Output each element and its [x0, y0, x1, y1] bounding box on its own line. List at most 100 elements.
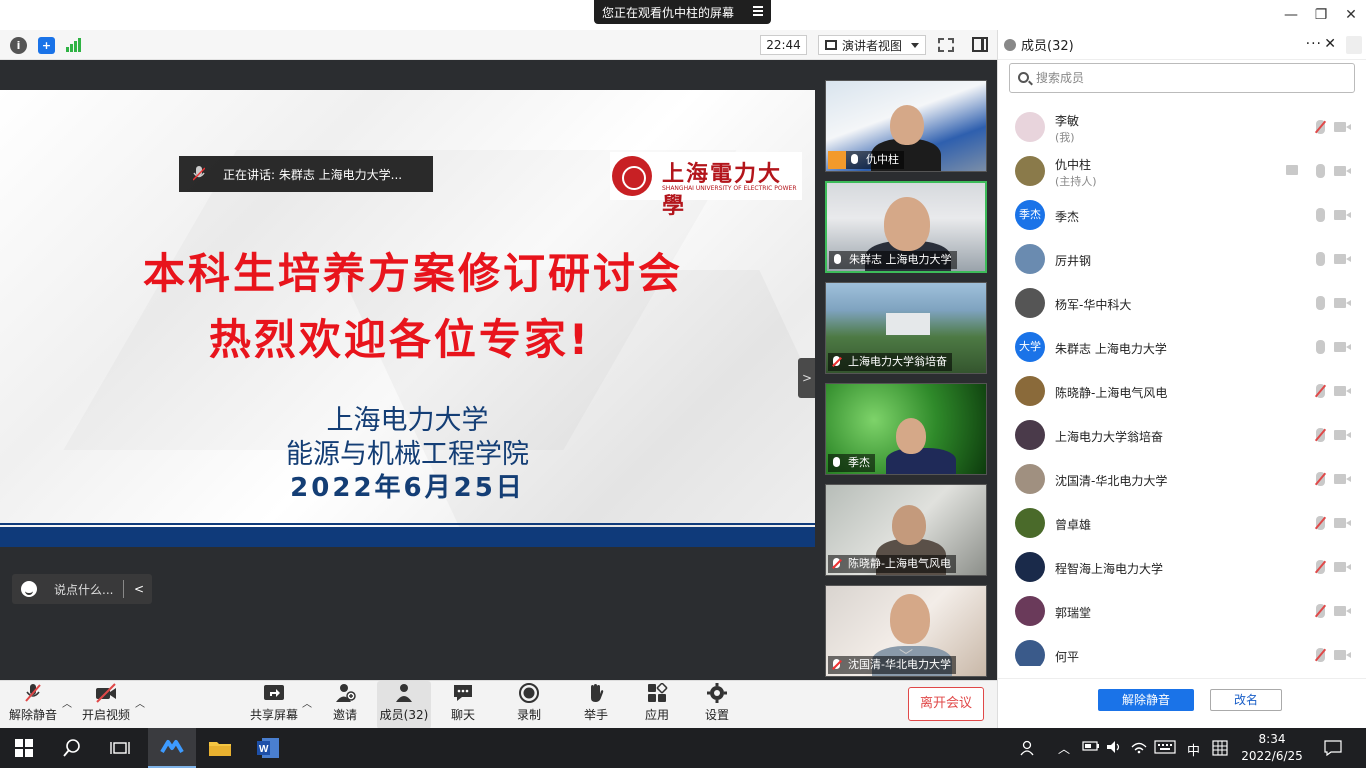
mic-icon[interactable] — [1316, 340, 1325, 354]
mic-muted-icon[interactable] — [1316, 648, 1325, 662]
mic-muted-icon[interactable] — [1316, 472, 1325, 486]
video-tile[interactable]: 上海电力大学翁培奋 — [825, 282, 987, 374]
chevron-up-icon[interactable]: ︿ — [1058, 740, 1070, 757]
people-icon[interactable] — [1020, 740, 1036, 759]
wifi-icon[interactable] — [1130, 740, 1148, 757]
camera-icon[interactable] — [1334, 562, 1351, 572]
camera-icon[interactable] — [1334, 430, 1351, 440]
ime-grid-icon[interactable] — [1212, 740, 1228, 759]
mic-muted-icon[interactable] — [1316, 384, 1325, 398]
camera-icon[interactable] — [1334, 474, 1351, 484]
grid-icon — [825, 40, 837, 50]
video-tile[interactable]: 仇中柱 — [825, 80, 987, 172]
video-tile[interactable]: 陈晓静-上海电气风电 — [825, 484, 987, 576]
share-screen-button[interactable]: 共享屏幕 — [248, 681, 300, 729]
member-row[interactable]: 陈晓静-上海电气风电 — [998, 370, 1366, 414]
emoji-icon[interactable] — [21, 581, 37, 597]
panel-menu-icon[interactable] — [1346, 36, 1362, 54]
notification-icon[interactable] — [1324, 740, 1342, 759]
video-tile-active-speaker[interactable]: 朱群志 上海电力大学 — [825, 181, 987, 273]
mic-muted-icon[interactable] — [1316, 516, 1325, 530]
camera-icon[interactable] — [1334, 518, 1351, 528]
screen-share-icon — [1286, 165, 1298, 175]
battery-icon[interactable] — [1082, 740, 1100, 755]
member-row[interactable]: 上海电力大学翁培奋 — [998, 414, 1366, 458]
chevron-up-icon[interactable]: ︿ — [135, 695, 145, 710]
unmute-button[interactable]: 解除静音 — [8, 681, 58, 729]
keyboard-icon[interactable] — [1154, 740, 1176, 757]
layout-toggle-icon[interactable] — [972, 37, 988, 52]
apps-button[interactable]: 应用 — [634, 681, 680, 729]
view-mode-dropdown[interactable]: 演讲者视图 — [818, 35, 926, 55]
raise-hand-button[interactable]: 举手 — [573, 681, 619, 729]
members-button[interactable]: 成员(32) — [377, 681, 431, 729]
camera-icon[interactable] — [1334, 606, 1351, 616]
member-row[interactable]: 厉井钢 — [998, 238, 1366, 282]
shield-icon[interactable]: + — [38, 37, 55, 54]
member-row[interactable]: 程智海上海电力大学 — [998, 546, 1366, 590]
member-row[interactable]: 仇中柱 (主持人) — [998, 150, 1366, 194]
camera-icon[interactable] — [1334, 122, 1351, 132]
settings-button[interactable]: 设置 — [694, 681, 740, 729]
member-row[interactable]: 杨军-华中科大 — [998, 282, 1366, 326]
mic-icon[interactable] — [1316, 164, 1325, 178]
member-row[interactable]: 大学 朱群志 上海电力大学 — [998, 326, 1366, 370]
member-search-input[interactable]: 搜索成员 — [1009, 63, 1355, 93]
leave-meeting-button[interactable]: 离开会议 — [908, 687, 984, 721]
mic-muted-icon[interactable] — [1316, 604, 1325, 618]
more-icon[interactable]: ··· — [1306, 36, 1322, 52]
camera-icon[interactable] — [1334, 298, 1351, 308]
signal-icon[interactable] — [66, 38, 82, 52]
restore-button[interactable]: ❐ — [1306, 0, 1336, 30]
task-view-button[interactable] — [96, 728, 144, 768]
quick-chat-box[interactable]: 说点什么... < — [12, 574, 152, 604]
video-tile[interactable]: 季杰 — [825, 383, 987, 475]
chevron-left-icon[interactable]: < — [134, 582, 144, 596]
rename-button[interactable]: 改名 — [1210, 689, 1282, 711]
screen-share-notice[interactable]: 您正在观看仇中柱的屏幕 — [594, 0, 771, 24]
mic-muted-icon[interactable] — [1316, 560, 1325, 574]
chevron-down-icon[interactable]: ﹀ — [895, 650, 917, 664]
ime-indicator[interactable]: 中 — [1187, 740, 1200, 759]
collapse-strip-button[interactable]: > — [798, 358, 816, 398]
mic-muted-icon[interactable] — [1316, 428, 1325, 442]
chat-button[interactable]: 聊天 — [440, 681, 486, 729]
member-row[interactable]: 季杰 季杰 — [998, 194, 1366, 238]
member-row[interactable]: 沈国清-华北电力大学 — [998, 458, 1366, 502]
mic-icon[interactable] — [1316, 252, 1325, 266]
member-row[interactable]: 李敏 (我) — [998, 106, 1366, 150]
menu-icon[interactable] — [753, 6, 763, 16]
quick-chat-placeholder[interactable]: 说点什么... — [54, 581, 113, 598]
taskbar-app-meeting[interactable] — [148, 728, 196, 768]
meeting-controls-bar: 解除静音 ︿ 开启视频 ︿ 共享屏幕 ︿ 邀请 成员(32) 聊天 录制 举手 … — [0, 680, 997, 729]
invite-button[interactable]: 邀请 — [322, 681, 368, 729]
fullscreen-icon[interactable] — [938, 38, 954, 52]
camera-icon[interactable] — [1334, 386, 1351, 396]
mic-icon[interactable] — [1316, 296, 1325, 310]
start-video-button[interactable]: 开启视频 — [80, 681, 132, 729]
camera-icon[interactable] — [1334, 166, 1351, 176]
close-window-button[interactable]: ✕ — [1336, 0, 1366, 30]
mic-muted-icon[interactable] — [1316, 120, 1325, 134]
close-panel-icon[interactable]: ✕ — [1324, 36, 1336, 52]
chevron-up-icon[interactable]: ︿ — [62, 695, 72, 710]
camera-icon[interactable] — [1334, 210, 1351, 220]
camera-icon[interactable] — [1334, 254, 1351, 264]
chevron-up-icon[interactable]: ︿ — [302, 695, 312, 710]
start-button[interactable] — [0, 728, 48, 768]
camera-icon[interactable] — [1334, 650, 1351, 660]
system-clock[interactable]: 8:34 2022/6/25 — [1236, 731, 1308, 765]
minimize-button[interactable]: — — [1276, 0, 1306, 30]
member-row[interactable]: 郭瑞堂 — [998, 590, 1366, 634]
member-row[interactable]: 何平 — [998, 634, 1366, 666]
record-button[interactable]: 录制 — [506, 681, 552, 729]
taskbar-app-explorer[interactable] — [196, 728, 244, 768]
unmute-self-button[interactable]: 解除静音 — [1098, 689, 1194, 711]
taskbar-app-word[interactable]: W — [244, 728, 292, 768]
volume-icon[interactable] — [1106, 740, 1124, 757]
info-icon[interactable]: i — [10, 37, 27, 54]
camera-icon[interactable] — [1334, 342, 1351, 352]
member-row[interactable]: 曾卓雄 — [998, 502, 1366, 546]
mic-icon[interactable] — [1316, 208, 1325, 222]
search-button[interactable] — [48, 728, 96, 768]
